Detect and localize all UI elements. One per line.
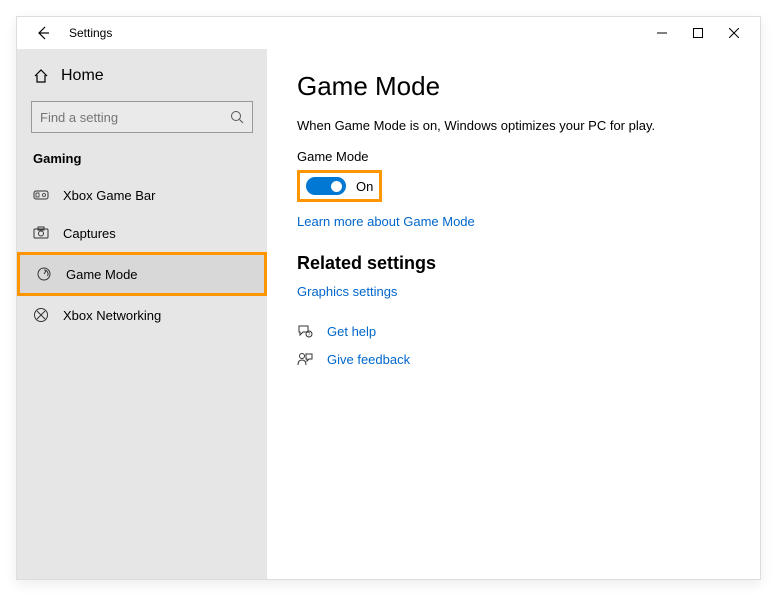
get-help-row: ? Get help [297, 323, 730, 339]
feedback-icon [297, 351, 313, 367]
sidebar: Home Gaming Xbox Game Bar Captures [17, 49, 267, 579]
content-area: Game Mode When Game Mode is on, Windows … [267, 49, 760, 579]
help-icon: ? [297, 323, 313, 339]
window-title: Settings [69, 26, 112, 40]
window-body: Home Gaming Xbox Game Bar Captures [17, 49, 760, 579]
game-mode-icon [36, 266, 52, 282]
game-mode-toggle[interactable] [306, 177, 346, 195]
sidebar-item-xbox-networking[interactable]: Xbox Networking [17, 296, 267, 334]
search-icon [230, 110, 244, 124]
page-description: When Game Mode is on, Windows optimizes … [297, 118, 730, 133]
sidebar-item-label: Captures [63, 226, 116, 241]
give-feedback-row: Give feedback [297, 351, 730, 367]
maximize-button[interactable] [680, 19, 716, 47]
sidebar-item-xbox-game-bar[interactable]: Xbox Game Bar [17, 176, 267, 214]
search-wrap [17, 95, 267, 143]
related-settings-header: Related settings [297, 253, 730, 274]
game-mode-toggle-row: On [297, 170, 382, 202]
sidebar-item-game-mode[interactable]: Game Mode [17, 252, 267, 296]
titlebar-left: Settings [25, 23, 112, 43]
maximize-icon [693, 28, 703, 38]
section-header: Gaming [17, 143, 267, 176]
minimize-icon [657, 28, 667, 38]
close-button[interactable] [716, 19, 752, 47]
xbox-networking-icon [33, 307, 49, 323]
game-bar-icon [33, 187, 49, 203]
titlebar-right [644, 19, 752, 47]
give-feedback-link[interactable]: Give feedback [327, 352, 410, 367]
sidebar-item-label: Game Mode [66, 267, 138, 282]
sidebar-item-label: Xbox Game Bar [63, 188, 156, 203]
home-nav[interactable]: Home [17, 57, 267, 95]
get-help-link[interactable]: Get help [327, 324, 376, 339]
toggle-knob [331, 181, 342, 192]
close-icon [729, 28, 739, 38]
sidebar-item-captures[interactable]: Captures [17, 214, 267, 252]
minimize-button[interactable] [644, 19, 680, 47]
captures-icon [33, 225, 49, 241]
home-icon [33, 68, 49, 84]
arrow-left-icon [35, 25, 51, 41]
svg-text:?: ? [308, 332, 311, 338]
graphics-settings-link[interactable]: Graphics settings [297, 284, 730, 299]
search-input[interactable] [40, 110, 230, 125]
sidebar-item-label: Xbox Networking [63, 308, 161, 323]
titlebar: Settings [17, 17, 760, 49]
learn-more-link[interactable]: Learn more about Game Mode [297, 214, 730, 229]
page-title: Game Mode [297, 71, 730, 102]
search-box[interactable] [31, 101, 253, 133]
toggle-field-label: Game Mode [297, 149, 730, 164]
home-label: Home [61, 67, 104, 85]
back-button[interactable] [33, 23, 53, 43]
settings-window: Settings Home [16, 16, 761, 580]
toggle-state-label: On [356, 179, 373, 194]
